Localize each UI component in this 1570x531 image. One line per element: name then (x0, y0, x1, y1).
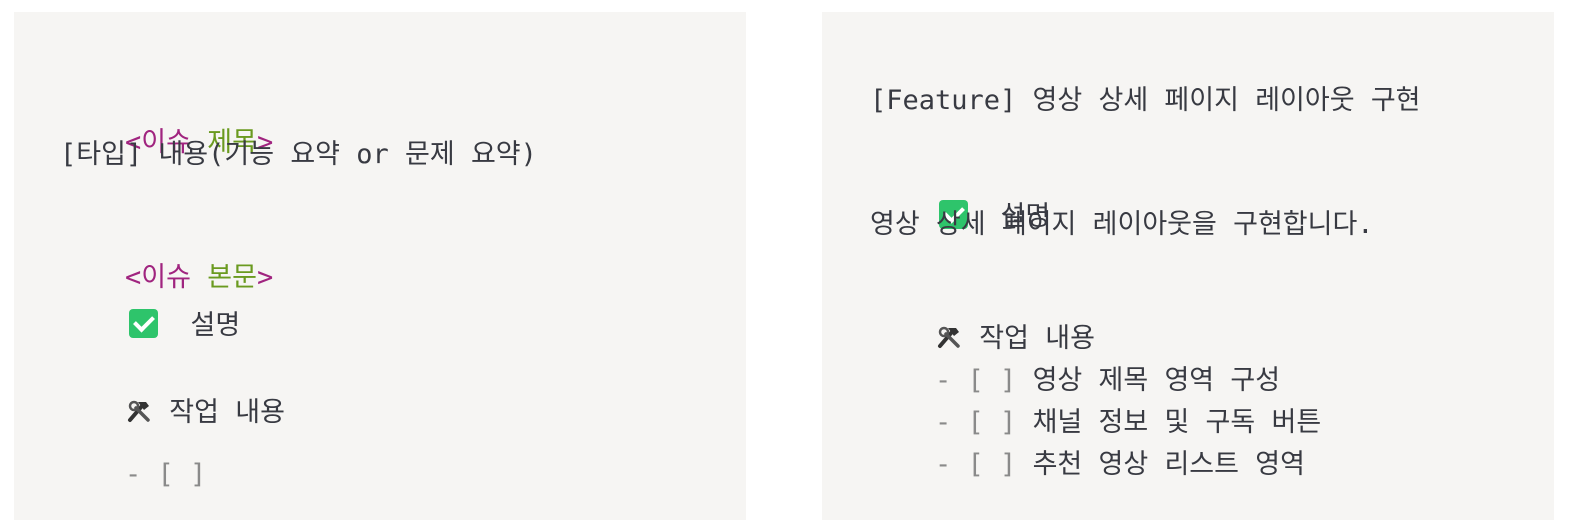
description-heading: 설명 (64, 275, 240, 341)
task-item-text: 추천 영상 리스트 영역 (1032, 449, 1305, 480)
task-item: - [ ] 추천 영상 리스트 영역 (935, 449, 1305, 480)
example-issue-title: [Feature] 영상 상세 페이지 레이아웃 구현 (870, 85, 1421, 116)
hammer-wrench-icon (128, 400, 150, 422)
example-description-text: 영상 상세 페이지 레이아웃을 구현합니다. (870, 209, 1374, 240)
issue-body-heading: <이슈 본문> (125, 262, 274, 293)
task-item: - [ ] 채널 정보 및 구독 버튼 (935, 407, 1322, 438)
issue-title-heading: <이슈 제목> (125, 127, 274, 158)
check-box-icon (129, 309, 159, 338)
task-item: - [ ] 영상 제목 영역 구성 (935, 365, 1281, 396)
tasks-heading: 작업 내용 (60, 362, 285, 428)
description-label: 설명 (190, 310, 241, 341)
example-description-heading: 설명 (874, 166, 1050, 232)
issue-example-panel: [Feature] 영상 상세 페이지 레이아웃 구현 설명 영상 상세 페이지… (822, 12, 1554, 520)
issue-title-format: [타입] 내용(기능 요약 or 문제 요약) (60, 139, 537, 170)
task-checkbox-item: - [ ] (125, 459, 207, 490)
example-tasks-heading: 작업 내용 (870, 288, 1095, 354)
issue-template-panel: <이슈 제목> [타입] 내용(기능 요약 or 문제 요약) <이슈 본문> … (14, 12, 746, 520)
